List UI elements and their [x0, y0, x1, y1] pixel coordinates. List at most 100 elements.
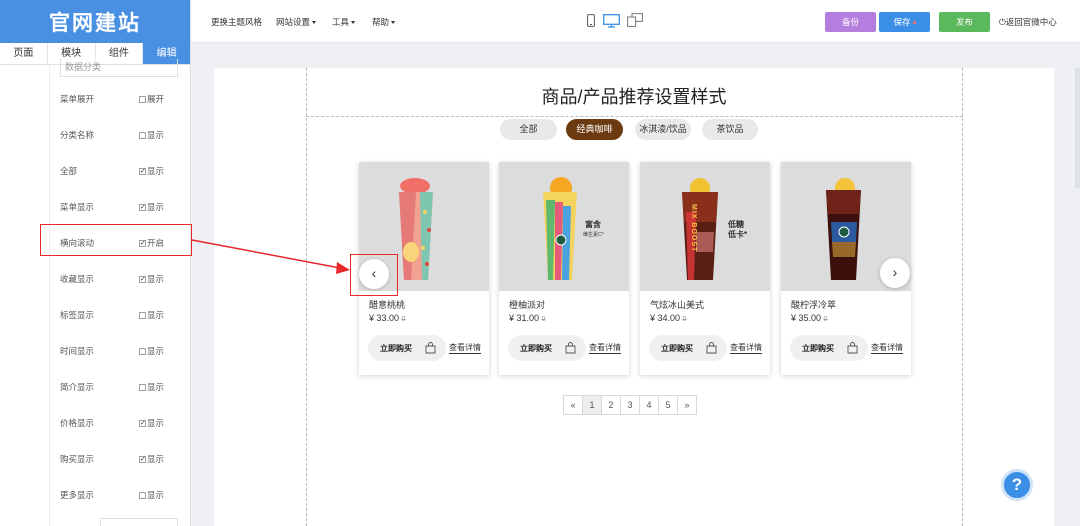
checkbox-label: 显示 — [147, 382, 165, 392]
current-price: ¥ 31.00 — [509, 313, 540, 323]
pagination-page-5[interactable]: 5 — [658, 395, 678, 415]
pagination-page-3[interactable]: 3 — [620, 395, 640, 415]
original-price: 0 — [541, 316, 546, 323]
view-details-link[interactable]: 查看详情 — [730, 343, 762, 354]
backup-button[interactable]: 备份 — [825, 12, 876, 32]
category-tab-tea[interactable]: 茶饮品 — [702, 119, 758, 140]
option-row-summary: 简介显示 显示 — [60, 380, 180, 394]
desktop-device-icon[interactable] — [603, 14, 620, 28]
checkbox-box[interactable] — [139, 95, 146, 103]
drink-cup-image — [543, 177, 577, 280]
checkbox-label: 显示 — [147, 346, 165, 356]
checkbox-label: 展开 — [147, 94, 165, 104]
option-label: 分类名称 — [60, 130, 95, 140]
view-details-link[interactable]: 查看详情 — [449, 343, 481, 354]
back-to-center-link[interactable]: ⏻返回官微中心 — [999, 16, 1057, 28]
checkbox-box[interactable] — [139, 347, 146, 355]
pagination-page-2[interactable]: 2 — [601, 395, 621, 415]
mobile-device-icon[interactable] — [587, 14, 595, 27]
option-label: 购买显示 — [60, 454, 95, 464]
category-tab-classic-coffee[interactable]: 经典咖啡 — [566, 119, 623, 140]
option-row-all: 全部 ✓ 显示 — [60, 164, 180, 178]
option-label: 时间显示 — [60, 346, 95, 356]
product-price: ¥ 34.00 0 — [650, 313, 686, 323]
option-checkbox[interactable]: 展开 — [139, 93, 164, 105]
option-checkbox[interactable]: ✓ 显示 — [139, 273, 164, 285]
tab-page[interactable]: 页面 — [0, 43, 48, 64]
checkbox-box[interactable]: ✓ — [139, 167, 146, 175]
menu-theme-style[interactable]: 更换主题风格 — [211, 16, 262, 28]
publish-button[interactable]: 发布 — [939, 12, 990, 32]
option-label: 简介显示 — [60, 382, 95, 392]
bottom-input-field[interactable] — [100, 518, 178, 526]
category-tab-all[interactable]: 全部 — [500, 119, 557, 140]
product-name[interactable]: 酸柠浮冷萃 — [791, 298, 836, 311]
product-image[interactable]: 富含 维生素C* — [499, 162, 629, 291]
scrollbar[interactable] — [1075, 68, 1080, 188]
product-card[interactable]: 富含 维生素C* 橙柚派对 ¥ 31.00 0 立即购买 查看详情 — [499, 162, 629, 375]
current-price: ¥ 34.00 — [650, 313, 681, 323]
view-details-link[interactable]: 查看详情 — [589, 343, 621, 354]
checkbox-box[interactable] — [139, 491, 146, 499]
power-icon: ⏻ — [999, 17, 1006, 27]
menu-site-settings[interactable]: 网站设置 — [276, 16, 317, 28]
data-category-select[interactable]: 数据分类 — [60, 59, 178, 77]
checkbox-box[interactable] — [139, 311, 146, 319]
option-checkbox[interactable]: ✓ 显示 — [139, 165, 164, 177]
product-name[interactable]: 气炫冰山美式 — [650, 298, 704, 311]
product-name[interactable]: 橙柚派对 — [509, 298, 545, 311]
buy-now-button[interactable]: 立即购买 — [368, 335, 446, 361]
option-checkbox[interactable]: ✓ 显示 — [139, 417, 164, 429]
buy-now-button[interactable]: 立即购买 — [508, 335, 586, 361]
tablet-device-icon[interactable] — [627, 13, 643, 27]
checkbox-box[interactable]: ✓ — [139, 203, 146, 211]
option-checkbox[interactable]: 显示 — [139, 489, 164, 501]
option-checkbox[interactable]: 显示 — [139, 129, 164, 141]
pagination: « 1 2 3 4 5 » — [563, 395, 697, 415]
option-row-time: 时间显示 显示 — [60, 344, 180, 358]
cup-text-low-calorie: 低卡* — [728, 230, 748, 239]
option-row-buy: 购买显示 ✓ 显示 — [60, 452, 180, 466]
pagination-prev[interactable]: « — [563, 395, 583, 415]
product-name[interactable]: 醋意桃桃 — [369, 298, 405, 311]
checkbox-label: 显示 — [147, 274, 165, 284]
option-checkbox[interactable]: ✓ 显示 — [139, 453, 164, 465]
pagination-page-1[interactable]: 1 — [582, 395, 602, 415]
buy-now-label: 立即购买 — [380, 344, 412, 353]
buy-now-label: 立即购买 — [520, 344, 552, 353]
carousel-next-button[interactable]: › — [880, 258, 910, 288]
save-button[interactable]: 保存 — [879, 12, 930, 32]
checkbox-box[interactable] — [139, 383, 146, 391]
checkbox-box[interactable]: ✓ — [139, 419, 146, 427]
checkbox-box[interactable] — [139, 131, 146, 139]
header-guide-line — [306, 116, 963, 117]
option-checkbox[interactable]: 显示 — [139, 345, 164, 357]
left-sidebar: 官网建站 页面 模块 组件 编辑 数据分类 菜单展开 展开 分类名称 显示 全部… — [0, 0, 191, 526]
category-tab-ice-cream[interactable]: 冰淇淩/饮品 — [635, 119, 691, 140]
buy-now-button[interactable]: 立即购买 — [649, 335, 727, 361]
menu-help[interactable]: 帮助 — [372, 16, 396, 28]
checkbox-box[interactable]: ✓ — [139, 275, 146, 283]
pagination-next[interactable]: » — [677, 395, 697, 415]
buy-now-button[interactable]: 立即购买 — [790, 335, 868, 361]
section-title: 商品/产品推荐设置样式 — [541, 87, 727, 107]
menu-tools[interactable]: 工具 — [332, 16, 356, 28]
option-checkbox[interactable]: ✓ 显示 — [139, 201, 164, 213]
option-row-more: 更多显示 显示 — [60, 488, 180, 502]
option-checkbox[interactable]: 显示 — [139, 309, 164, 321]
checkbox-label: 显示 — [147, 166, 165, 176]
shopping-bag-icon — [706, 342, 717, 354]
option-checkbox[interactable]: 显示 — [139, 381, 164, 393]
product-image[interactable]: MIX BOOST 低糖 低卡* — [640, 162, 770, 291]
help-button[interactable]: ? — [1001, 469, 1033, 501]
pagination-page-4[interactable]: 4 — [639, 395, 659, 415]
chevron-down-icon — [312, 21, 317, 25]
edit-panel: 数据分类 菜单展开 展开 分类名称 显示 全部 ✓ 显示 菜单显示 ✓ 显示 横向滚… — [0, 59, 190, 526]
checkbox-label: 显示 — [147, 418, 165, 428]
checkbox-box[interactable]: ✓ — [139, 455, 146, 463]
checkbox-label: 显示 — [147, 130, 165, 140]
option-label: 标签显示 — [60, 310, 95, 320]
save-dropdown-dot-icon — [912, 21, 916, 25]
product-card[interactable]: MIX BOOST 低糖 低卡* 气炫冰山美式 ¥ 34.00 0 立即购买 查… — [640, 162, 770, 375]
view-details-link[interactable]: 查看详情 — [871, 343, 903, 354]
